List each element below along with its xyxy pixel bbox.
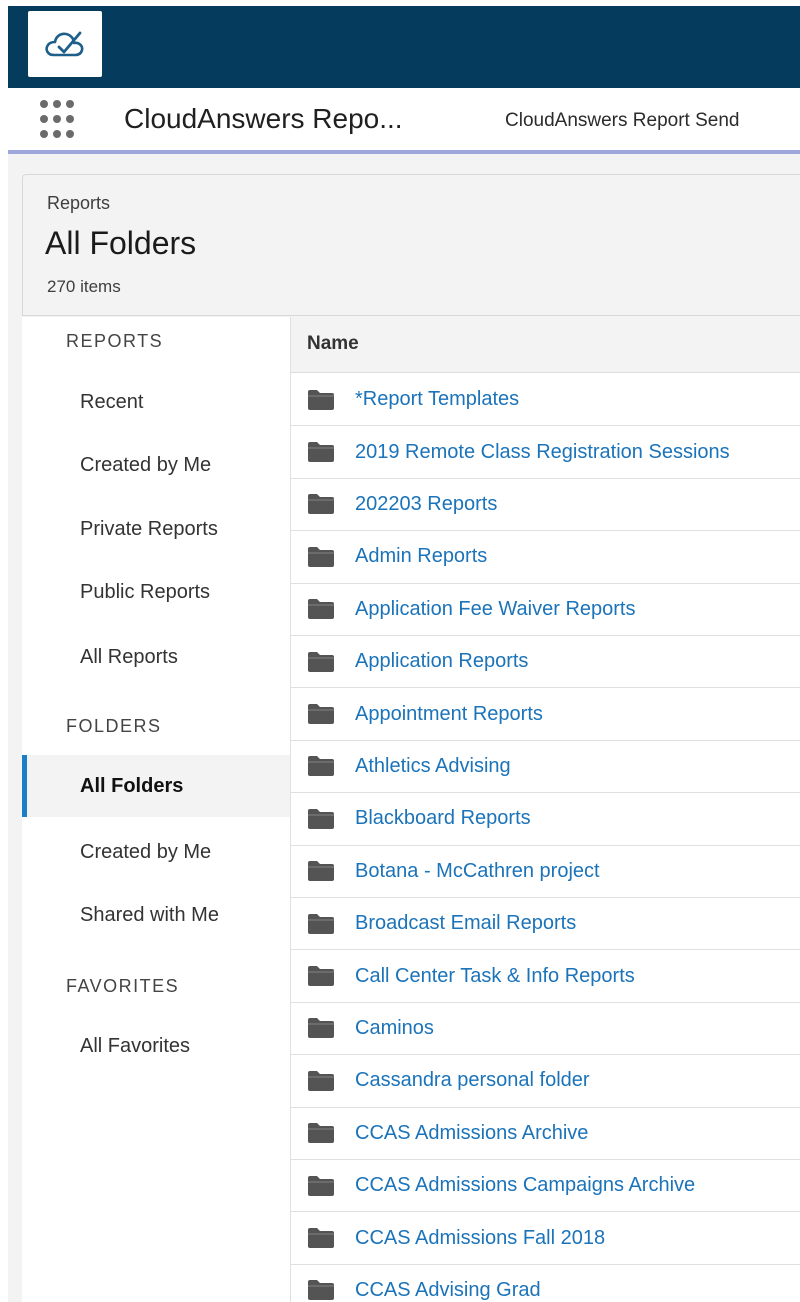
table-row[interactable]: Cassandra personal folder: [291, 1055, 800, 1108]
nav-tab-report-sender[interactable]: CloudAnswers Report Send: [505, 110, 800, 132]
folder-icon: [308, 1070, 334, 1091]
folder-icon: [308, 1018, 334, 1039]
folder-link[interactable]: Application Fee Waiver Reports: [355, 598, 636, 621]
folder-icon: [308, 861, 334, 882]
folder-icon: [308, 808, 334, 829]
sidebar-item-folders-created-by-me[interactable]: Created by Me: [22, 821, 290, 883]
table-header: Name: [291, 317, 800, 373]
folder-link[interactable]: Blackboard Reports: [355, 807, 531, 830]
item-count: 270 items: [47, 277, 121, 296]
sidebar-item-shared-with-me[interactable]: Shared with Me: [22, 884, 290, 946]
table-row[interactable]: Call Center Task & Info Reports: [291, 950, 800, 1003]
folder-link[interactable]: 202203 Reports: [355, 493, 497, 516]
folder-link[interactable]: Cassandra personal folder: [355, 1069, 590, 1092]
folder-link[interactable]: Application Reports: [355, 650, 528, 673]
page-header: Reports All Folders 270 items: [22, 174, 800, 316]
sidebar-heading-reports: REPORTS: [66, 331, 164, 351]
sidebar-item-all-folders[interactable]: All Folders: [22, 755, 290, 817]
folder-icon: [308, 704, 334, 725]
folder-icon: [308, 599, 334, 620]
table-row[interactable]: CCAS Admissions Campaigns Archive: [291, 1160, 800, 1213]
folder-icon: [308, 494, 334, 515]
breadcrumb[interactable]: Reports: [47, 193, 110, 214]
table-row[interactable]: CCAS Admissions Fall 2018: [291, 1212, 800, 1265]
folder-icon: [308, 1228, 334, 1249]
sidebar-item-public-reports[interactable]: Public Reports: [22, 561, 290, 623]
sidebar-item-all-favorites[interactable]: All Favorites: [22, 1015, 290, 1077]
folder-link[interactable]: 2019 Remote Class Registration Sessions: [355, 441, 730, 464]
table-row[interactable]: Application Fee Waiver Reports: [291, 584, 800, 636]
folder-link[interactable]: Athletics Advising: [355, 755, 511, 778]
folder-link[interactable]: Appointment Reports: [355, 703, 543, 726]
folder-icon: [308, 1123, 334, 1144]
table-row[interactable]: Blackboard Reports: [291, 793, 800, 846]
table-row[interactable]: Broadcast Email Reports: [291, 898, 800, 951]
cloud-check-icon: [45, 31, 84, 57]
sidebar: REPORTS Recent Created by Me Private Rep…: [22, 317, 290, 1302]
sidebar-heading-folders: FOLDERS: [66, 716, 162, 736]
sidebar-heading-favorites: FAVORITES: [66, 976, 180, 996]
folder-icon: [308, 546, 334, 567]
folder-icon: [308, 1280, 334, 1301]
column-header-name[interactable]: Name: [307, 333, 359, 355]
folder-link[interactable]: CCAS Admissions Archive: [355, 1122, 588, 1145]
page-title: All Folders: [45, 225, 197, 261]
table-row[interactable]: Appointment Reports: [291, 688, 800, 741]
table-row[interactable]: CCAS Admissions Archive: [291, 1108, 800, 1160]
app-launcher-icon[interactable]: [40, 100, 80, 140]
folder-table: Name *Report Templates 2019 Remote Class …: [290, 317, 800, 1302]
sidebar-item-private-reports[interactable]: Private Reports: [22, 498, 290, 560]
folder-icon: [308, 389, 334, 410]
table-row[interactable]: Admin Reports: [291, 531, 800, 584]
app-name: CloudAnswers Repo...: [124, 103, 403, 134]
folder-link[interactable]: Admin Reports: [355, 545, 487, 568]
sidebar-item-recent[interactable]: Recent: [22, 371, 290, 433]
folder-link[interactable]: CCAS Advising Grad: [355, 1279, 541, 1302]
folder-icon: [308, 756, 334, 777]
folder-link[interactable]: Botana - McCathren project: [355, 860, 600, 883]
folder-icon: [308, 442, 334, 463]
folder-icon: [308, 1175, 334, 1196]
folder-icon: [308, 651, 334, 672]
table-row[interactable]: Athletics Advising: [291, 741, 800, 794]
folder-link[interactable]: *Report Templates: [355, 388, 519, 411]
top-header-bar: [8, 6, 800, 88]
folder-icon: [308, 913, 334, 934]
table-row[interactable]: Botana - McCathren project: [291, 846, 800, 898]
cloudanswers-logo[interactable]: [28, 11, 102, 77]
folder-icon: [308, 966, 334, 987]
sidebar-item-created-by-me[interactable]: Created by Me: [22, 434, 290, 496]
table-row[interactable]: *Report Templates: [291, 374, 800, 427]
table-row[interactable]: 2019 Remote Class Registration Sessions: [291, 426, 800, 479]
table-row[interactable]: CCAS Advising Grad: [291, 1265, 800, 1302]
table-row[interactable]: Caminos: [291, 1003, 800, 1056]
table-row[interactable]: 202203 Reports: [291, 479, 800, 532]
folder-link[interactable]: CCAS Admissions Campaigns Archive: [355, 1174, 695, 1197]
table-row[interactable]: Application Reports: [291, 636, 800, 689]
folder-link[interactable]: Broadcast Email Reports: [355, 912, 576, 935]
folder-link[interactable]: Call Center Task & Info Reports: [355, 965, 635, 988]
folder-link[interactable]: Caminos: [355, 1017, 434, 1040]
sidebar-item-all-reports[interactable]: All Reports: [22, 626, 290, 688]
folder-link[interactable]: CCAS Admissions Fall 2018: [355, 1227, 605, 1250]
